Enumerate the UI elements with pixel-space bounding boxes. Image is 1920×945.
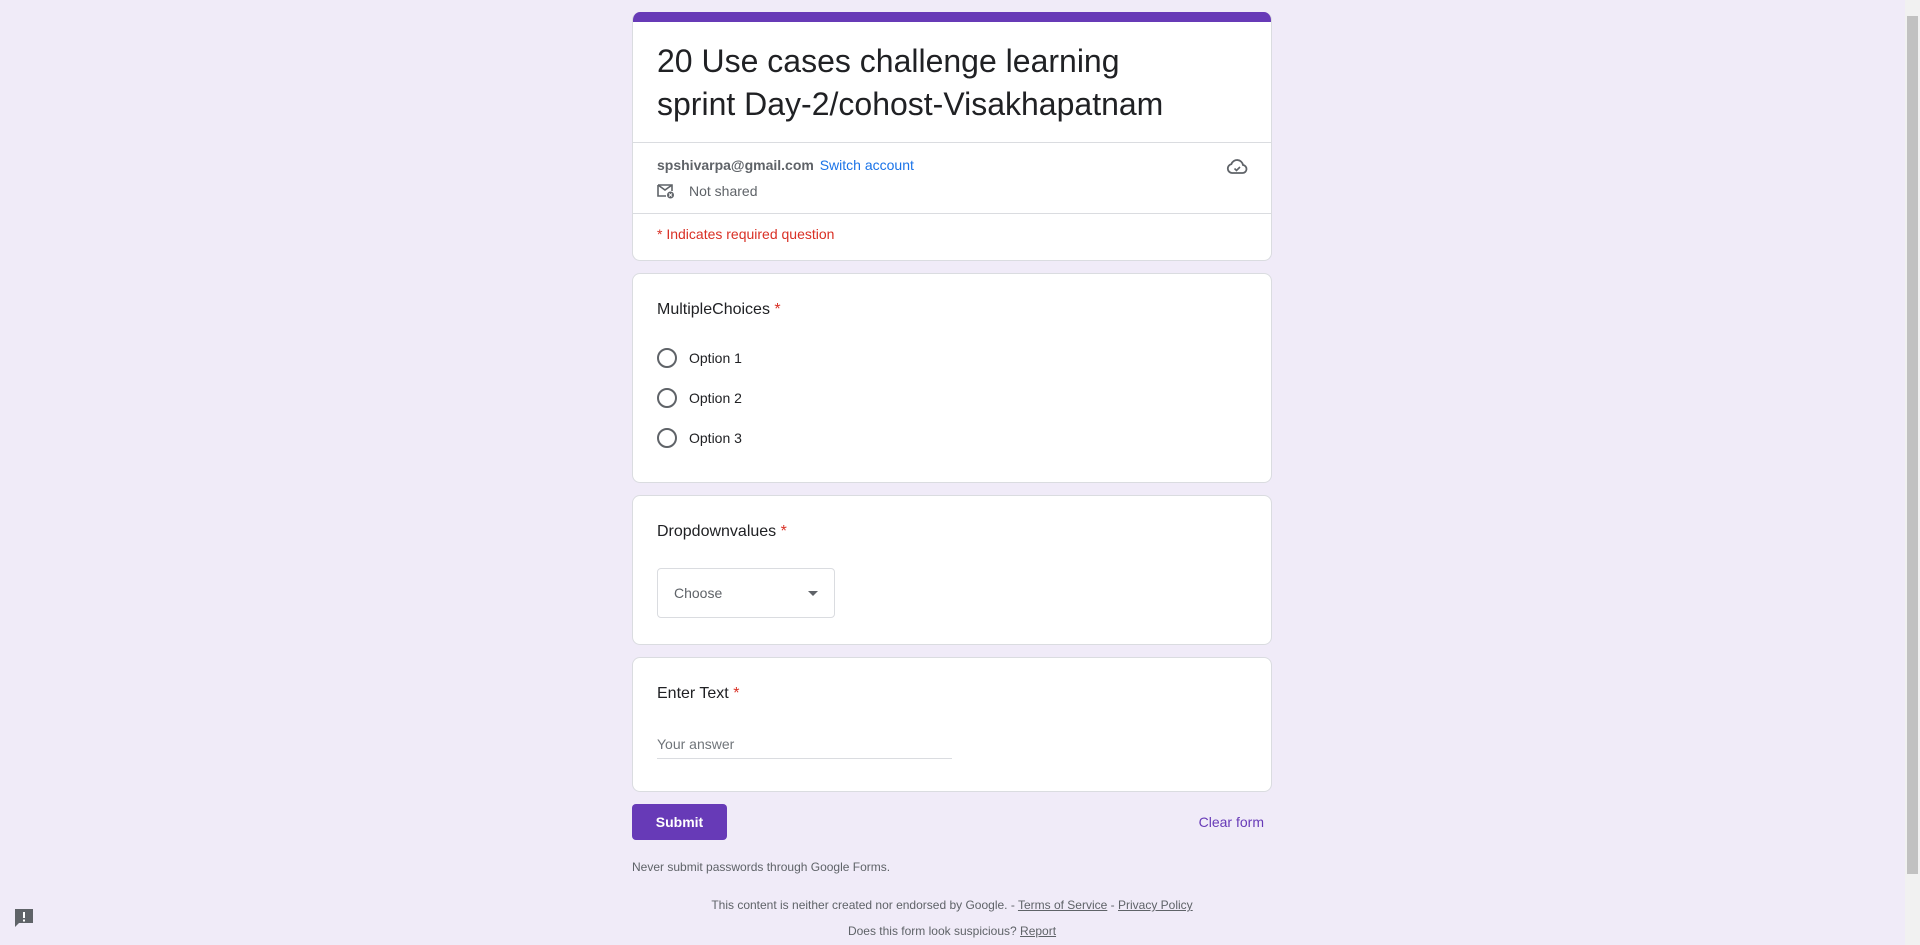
account-line: spshivarpa@gmail.com Switch account — [657, 155, 1247, 175]
shared-status: Not shared — [689, 183, 758, 199]
report-link[interactable]: Report — [1020, 924, 1056, 938]
clear-form-button[interactable]: Clear form — [1191, 806, 1272, 838]
answer-input[interactable] — [657, 734, 952, 759]
shared-status-line: Not shared — [657, 183, 1247, 199]
form-actions: Submit Clear form — [632, 804, 1272, 840]
required-star: * — [780, 523, 787, 540]
question-title-text: MultipleChoices — [657, 301, 770, 318]
disclaimer-text: This content is neither created nor endo… — [711, 898, 1015, 912]
form-title: 20 Use cases challenge learning sprint D… — [657, 43, 1164, 122]
account-row: spshivarpa@gmail.com Switch account Not … — [633, 143, 1271, 213]
question-multiple-choice: MultipleChoices * Option 1 Option 2 Opti… — [632, 273, 1272, 483]
question-title: Enter Text * — [657, 682, 1247, 706]
radio-option-1[interactable]: Option 1 — [657, 338, 1247, 378]
mail-not-shared-icon — [657, 184, 674, 199]
dropdown-placeholder: Choose — [674, 585, 723, 601]
radio-button[interactable] — [657, 428, 677, 448]
switch-account-link[interactable]: Switch account — [820, 157, 914, 173]
required-star: * — [733, 685, 740, 702]
terms-link[interactable]: Terms of Service — [1018, 898, 1107, 912]
page-scrollbar[interactable] — [1905, 0, 1920, 945]
question-title: MultipleChoices * — [657, 298, 1247, 322]
required-star: * — [774, 301, 781, 318]
submit-button[interactable]: Submit — [632, 804, 727, 840]
caret-down-icon — [808, 590, 818, 596]
option-label: Option 2 — [689, 390, 742, 406]
question-dropdown: Dropdownvalues * Choose — [632, 495, 1272, 645]
required-note: * Indicates required question — [657, 226, 835, 242]
privacy-link[interactable]: Privacy Policy — [1118, 898, 1193, 912]
scrollbar-thumb[interactable] — [1907, 16, 1918, 874]
report-icon[interactable] — [12, 906, 36, 930]
accent-bar — [633, 12, 1271, 22]
password-warning: Never submit passwords through Google Fo… — [632, 860, 891, 874]
radio-option-3[interactable]: Option 3 — [657, 418, 1247, 458]
footer: This content is neither created nor endo… — [632, 892, 1272, 944]
separator: - — [1110, 898, 1115, 912]
cloud-icon[interactable] — [1225, 155, 1249, 179]
dropdown-select[interactable]: Choose — [657, 568, 835, 618]
option-label: Option 1 — [689, 350, 742, 366]
footer-disclaimer-line: This content is neither created nor endo… — [632, 892, 1272, 918]
question-title-text: Enter Text — [657, 685, 729, 702]
radio-group: Option 1 Option 2 Option 3 — [657, 338, 1247, 458]
radio-option-2[interactable]: Option 2 — [657, 378, 1247, 418]
radio-button[interactable] — [657, 388, 677, 408]
radio-button[interactable] — [657, 348, 677, 368]
footer-report-line: Does this form look suspicious? Report — [632, 918, 1272, 944]
account-email: spshivarpa@gmail.com — [657, 157, 814, 173]
question-title-text: Dropdownvalues — [657, 523, 777, 540]
option-label: Option 3 — [689, 430, 742, 446]
suspicious-text: Does this form look suspicious? — [847, 924, 1017, 938]
question-title: Dropdownvalues * — [657, 520, 1247, 544]
question-text: Enter Text * — [632, 657, 1272, 792]
form-header-card: 20 Use cases challenge learning sprint D… — [632, 12, 1272, 261]
form-container: 20 Use cases challenge learning sprint D… — [632, 12, 1272, 944]
